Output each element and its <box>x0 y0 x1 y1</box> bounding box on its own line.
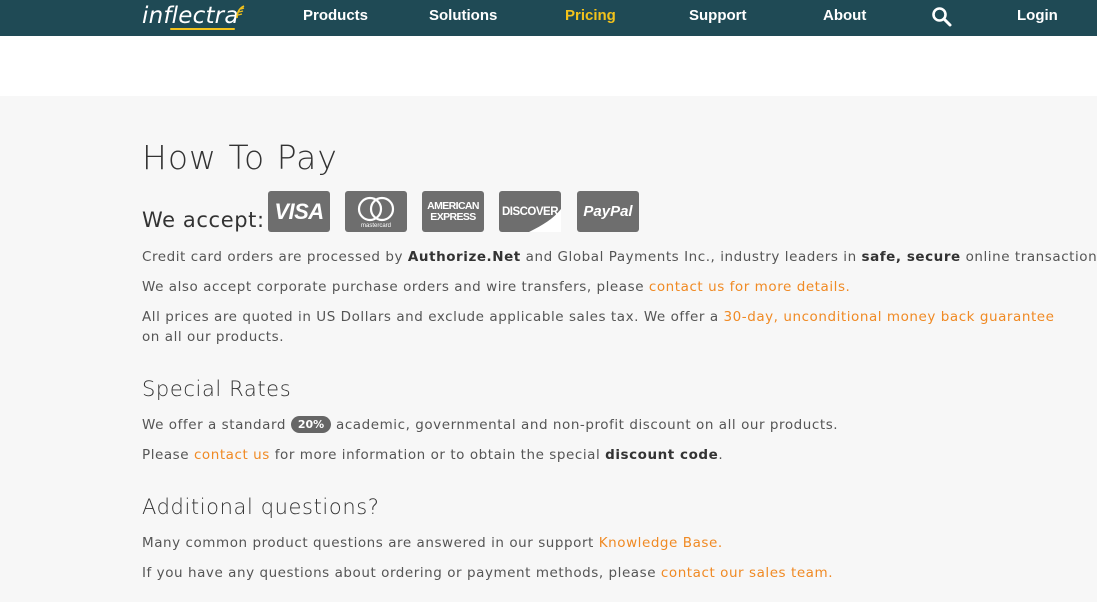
safe-secure-text: safe, secure <box>861 249 961 265</box>
inflectra-logo[interactable]: inflectra <box>142 3 245 33</box>
p3-post: on all our products. <box>142 329 285 345</box>
discover-card-icon: DISCOVER <box>499 191 561 232</box>
search-button[interactable] <box>931 6 953 28</box>
mastercard-card-icon: mastercard <box>345 191 407 232</box>
how-to-pay-heading: How To Pay <box>142 138 338 177</box>
purchase-orders-text: We also accept corporate purchase orders… <box>142 277 1072 297</box>
discount-text: We offer a standard 20% academic, govern… <box>142 415 1072 435</box>
prices-text: All prices are quoted in US Dollars and … <box>142 307 1072 347</box>
logo-underline <box>170 28 235 30</box>
discount-code-text: Please contact us for more information o… <box>142 445 1072 465</box>
we-accept-label: We accept: <box>142 208 265 232</box>
mastercard-label: mastercard <box>360 223 391 229</box>
p1-mid: and Global Payments Inc., industry leade… <box>520 249 862 265</box>
paypal-label: PayPal <box>583 203 633 220</box>
contact-us-details-link[interactable]: contact us for more details. <box>649 279 850 295</box>
login-link[interactable]: Login <box>1017 7 1058 24</box>
discount-code-bold: discount code <box>605 447 719 463</box>
visa-label: VISA <box>274 198 324 224</box>
nav-support[interactable]: Support <box>689 7 747 24</box>
search-icon <box>932 7 952 27</box>
sr-p1-post: academic, governmental and non-profit di… <box>331 417 839 433</box>
header-spacer <box>0 36 1097 96</box>
authorize-net-text: Authorize.Net <box>407 249 521 265</box>
special-rates-heading: Special Rates <box>142 377 292 401</box>
aq-p1-pre: Many common product questions are answer… <box>142 535 599 551</box>
money-back-guarantee-link[interactable]: 30-day, unconditional money back guarant… <box>724 309 1055 325</box>
aq-p2-pre: If you have any questions about ordering… <box>142 565 661 581</box>
amex-label-line2: EXPRESS <box>430 210 476 223</box>
amex-card-icon: AMERICAN EXPRESS <box>422 191 484 232</box>
sr-p2-mid: for more information or to obtain the sp… <box>269 447 606 463</box>
contact-sales-link[interactable]: contact our sales team. <box>661 565 833 581</box>
nav-about[interactable]: About <box>823 7 866 24</box>
discount-badge: 20% <box>290 416 332 433</box>
sr-p1-pre: We offer a standard <box>142 417 291 433</box>
payment-processor-text: Credit card orders are processed by Auth… <box>142 247 1097 267</box>
knowledge-base-text: Many common product questions are answer… <box>142 533 1072 553</box>
sales-team-text: If you have any questions about ordering… <box>142 563 1072 583</box>
amex-label-line1: AMERICAN <box>427 199 479 212</box>
nav-solutions[interactable]: Solutions <box>429 7 497 24</box>
sr-p2-post: . <box>718 447 724 463</box>
nav-products[interactable]: Products <box>303 7 368 24</box>
top-navigation-bar: inflectra Products Solutions Pricing Sup… <box>0 0 1097 36</box>
knowledge-base-link[interactable]: Knowledge Base. <box>599 535 723 551</box>
additional-questions-heading: Additional questions? <box>142 495 380 519</box>
logo-leaf-icon <box>236 5 245 19</box>
contact-us-link[interactable]: contact us <box>194 447 270 463</box>
discover-swoosh-icon <box>529 209 561 232</box>
p2-pre: We also accept corporate purchase orders… <box>142 279 649 295</box>
p1-post: online transactions. <box>960 249 1097 265</box>
p3-pre: All prices are quoted in US Dollars and … <box>142 309 724 325</box>
logo-text: inflectra <box>142 3 239 29</box>
sr-p2-pre: Please <box>142 447 194 463</box>
visa-card-icon: VISA <box>268 191 330 232</box>
nav-pricing[interactable]: Pricing <box>565 7 616 24</box>
paypal-card-icon: PayPal <box>577 191 639 232</box>
p1-pre: Credit card orders are processed by <box>142 249 408 265</box>
